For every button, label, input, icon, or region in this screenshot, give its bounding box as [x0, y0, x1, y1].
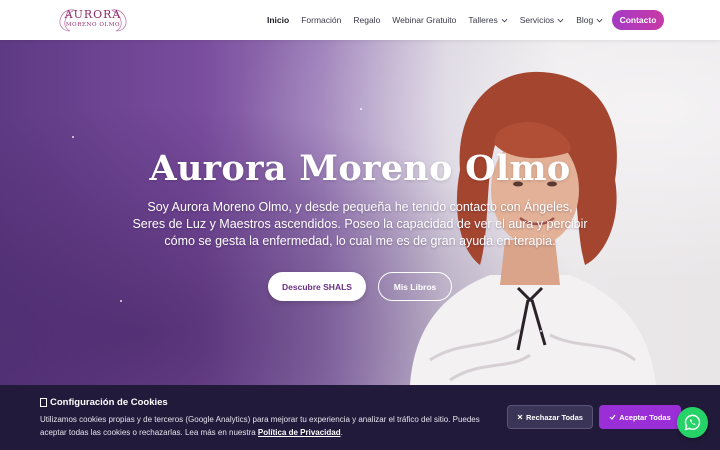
logo-title: AURORA: [64, 8, 122, 21]
accept-cookies-label: Aceptar Todas: [619, 412, 671, 422]
sparkle-decoration: [540, 330, 542, 332]
sparkle-decoration: [120, 300, 122, 302]
sparkle-decoration: [360, 108, 362, 110]
cookie-banner-text: Utilizamos cookies propias y de terceros…: [40, 414, 500, 439]
x-icon: [517, 413, 523, 422]
hero-section: Aurora Moreno Olmo Soy Aurora Moreno Olm…: [0, 40, 720, 385]
nav-item-label: Webinar Gratuito: [392, 15, 457, 25]
cookie-text-end: .: [340, 427, 343, 437]
whatsapp-button[interactable]: [677, 407, 708, 438]
cookie-banner: Configuración de Cookies Utilizamos cook…: [0, 385, 720, 450]
mis-libros-button[interactable]: Mis Libros: [378, 272, 452, 301]
sparkle-decoration: [72, 136, 74, 138]
nav-item-label: Regalo: [353, 15, 381, 25]
site-header: AURORA MORENO OLMO Inicio Formación Rega…: [0, 0, 720, 40]
cookie-title-text: Configuración de Cookies: [50, 397, 168, 408]
chevron-down-icon: [501, 18, 508, 22]
reject-cookies-button[interactable]: Rechazar Todas: [507, 405, 593, 429]
chevron-down-icon: [596, 18, 603, 22]
nav-item-label: Servicios: [519, 15, 555, 25]
nav-item-talleres[interactable]: Talleres: [468, 15, 508, 25]
logo-subtitle: MORENO OLMO: [65, 22, 121, 28]
nav-item-label: Formación: [301, 15, 342, 25]
nav-item-label: Inicio: [267, 15, 290, 25]
nav-item-label: Blog: [576, 15, 594, 25]
cookie-banner-title: Configuración de Cookies: [40, 397, 168, 408]
hero-description: Soy Aurora Moreno Olmo, y desde pequeña …: [132, 200, 588, 248]
accept-cookies-button[interactable]: Aceptar Todas: [599, 405, 681, 429]
check-icon: [609, 413, 616, 422]
nav-item-regalo[interactable]: Regalo: [353, 15, 380, 25]
hero-title: Aurora Moreno Olmo: [149, 148, 571, 189]
nav-item-label: Talleres: [468, 15, 498, 25]
nav-item-webinar[interactable]: Webinar Gratuito: [392, 15, 456, 25]
contact-button[interactable]: Contacto: [612, 10, 664, 30]
cookie-icon: [40, 398, 47, 407]
site-logo[interactable]: AURORA MORENO OLMO: [56, 6, 130, 34]
descubre-shals-button[interactable]: Descubre SHALS: [268, 272, 366, 301]
whatsapp-icon: [684, 414, 701, 431]
nav-item-servicios[interactable]: Servicios: [520, 15, 564, 25]
reject-cookies-label: Rechazar Todas: [526, 412, 583, 422]
nav-item-inicio[interactable]: Inicio: [267, 15, 289, 25]
nav-item-formacion[interactable]: Formación: [301, 15, 341, 25]
nav-item-blog[interactable]: Blog: [576, 15, 603, 25]
main-nav: Inicio Formación Regalo Webinar Gratuito…: [267, 0, 615, 40]
privacy-policy-link[interactable]: Política de Privacidad: [258, 428, 341, 437]
chevron-down-icon: [557, 18, 564, 22]
